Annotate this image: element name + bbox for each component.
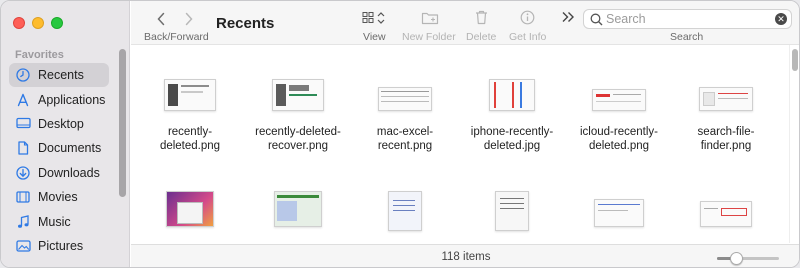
- get-info-label: Get Info: [509, 31, 547, 43]
- sidebar-item-label: Documents: [38, 141, 102, 156]
- new-folder-icon[interactable]: [421, 11, 439, 30]
- window-title: Recents: [216, 15, 275, 32]
- sidebar-item-documents[interactable]: Documents: [9, 136, 109, 160]
- sidebar-item-desktop[interactable]: Desktop: [9, 112, 109, 136]
- clear-search-icon[interactable]: ✕: [775, 13, 787, 25]
- file-name: mac-excel-recent.png: [376, 126, 434, 152]
- delete-label: Delete: [466, 31, 497, 43]
- toolbar: Back/Forward Recents View New Folder Del…: [131, 1, 799, 45]
- sidebar: Favorites Recents Applications Desktop D…: [1, 1, 130, 267]
- file-item[interactable]: [568, 191, 670, 227]
- music-note-icon: [15, 214, 31, 230]
- film-icon: [15, 189, 31, 205]
- file-thumbnail: [592, 89, 646, 111]
- clock-icon: [15, 67, 31, 83]
- sidebar-item-movies[interactable]: Movies: [9, 185, 109, 209]
- trash-icon[interactable]: [475, 10, 488, 30]
- sidebar-item-label: Movies: [38, 190, 78, 205]
- icon-size-slider-knob[interactable]: [730, 252, 743, 265]
- close-button[interactable]: [13, 17, 25, 29]
- desktop-icon: [15, 116, 31, 132]
- file-thumbnail: [489, 79, 535, 111]
- items-count: 118 items: [441, 251, 491, 263]
- sidebar-item-recents[interactable]: Recents: [9, 63, 109, 88]
- favorites-heading: Favorites: [15, 49, 64, 61]
- view-toggle[interactable]: [362, 11, 388, 30]
- file-name: recently-deleted.png: [159, 126, 221, 152]
- sidebar-item-label: Downloads: [38, 165, 100, 180]
- file-item[interactable]: icloud-recently-deleted.png: [568, 79, 670, 153]
- document-icon: [15, 140, 31, 156]
- sidebar-item-downloads[interactable]: Downloads: [9, 161, 109, 185]
- back-forward-control: [156, 10, 194, 31]
- status-bar: 118 items: [131, 244, 799, 267]
- file-thumbnail: [272, 79, 324, 111]
- new-folder-label: New Folder: [402, 31, 456, 43]
- sidebar-item-label: Music: [38, 214, 71, 229]
- minimize-button[interactable]: [32, 17, 44, 29]
- favorites-list: Recents Applications Desktop Documents D…: [9, 63, 109, 258]
- file-name: icloud-recently-deleted.png: [580, 126, 658, 152]
- file-thumbnail: [699, 87, 753, 111]
- search-input[interactable]: [606, 11, 766, 27]
- icon-size-slider[interactable]: [717, 252, 779, 265]
- back-forward-label: Back/Forward: [144, 31, 209, 43]
- search-field[interactable]: ✕: [583, 9, 792, 29]
- file-item[interactable]: [354, 191, 456, 231]
- file-name: recently-deleted-recover.png: [255, 126, 341, 152]
- sidebar-item-label: Applications: [38, 92, 106, 107]
- sidebar-item-pictures[interactable]: Pictures: [9, 234, 109, 258]
- file-item[interactable]: iphone-recently-deleted.jpg: [461, 79, 563, 153]
- finder-window: Favorites Recents Applications Desktop D…: [0, 0, 800, 268]
- file-item[interactable]: [675, 191, 777, 227]
- info-icon[interactable]: [520, 10, 535, 30]
- applications-icon: [15, 92, 31, 108]
- grid-view-icon: [362, 12, 385, 24]
- file-browser: recently-deleted.png recently-deleted-re…: [131, 45, 799, 243]
- content-scrollbar-thumb[interactable]: [792, 49, 798, 71]
- search-label: Search: [670, 31, 704, 43]
- file-thumbnail: [378, 87, 432, 111]
- file-thumbnail: [495, 191, 529, 231]
- sidebar-item-label: Pictures: [38, 238, 84, 253]
- content-scrollbar-track[interactable]: [789, 45, 799, 243]
- pictures-icon: [15, 238, 31, 254]
- view-label: View: [363, 31, 386, 43]
- file-item[interactable]: recently-deleted.png: [139, 79, 241, 153]
- file-item[interactable]: recently-deleted-recover.png: [247, 79, 349, 153]
- file-name: search-file-finder.png: [697, 126, 755, 152]
- back-chevron-icon[interactable]: [156, 10, 166, 31]
- file-thumbnail: [166, 191, 214, 227]
- sidebar-item-label: Recents: [38, 68, 84, 83]
- file-name: iphone-recently-deleted.jpg: [470, 126, 554, 152]
- zoom-button[interactable]: [51, 17, 63, 29]
- window-controls: [13, 17, 63, 29]
- file-item[interactable]: [139, 191, 241, 227]
- file-thumbnail: [164, 79, 216, 111]
- sidebar-item-label: Desktop: [38, 116, 84, 131]
- forward-chevron-icon[interactable]: [184, 10, 194, 31]
- sidebar-item-music[interactable]: Music: [9, 209, 109, 233]
- file-item[interactable]: mac-excel-recent.png: [354, 79, 456, 153]
- file-thumbnail: [594, 199, 644, 227]
- sidebar-item-applications[interactable]: Applications: [9, 87, 109, 111]
- file-item[interactable]: search-file-finder.png: [675, 79, 777, 153]
- search-icon: [590, 13, 603, 26]
- file-item[interactable]: [461, 191, 563, 231]
- download-icon: [15, 165, 31, 181]
- file-item[interactable]: [247, 191, 349, 227]
- sidebar-scrollbar[interactable]: [119, 49, 126, 197]
- file-thumbnail: [274, 191, 322, 227]
- file-thumbnail: [388, 191, 422, 231]
- toolbar-overflow-icon[interactable]: [561, 10, 575, 28]
- file-thumbnail: [700, 201, 752, 227]
